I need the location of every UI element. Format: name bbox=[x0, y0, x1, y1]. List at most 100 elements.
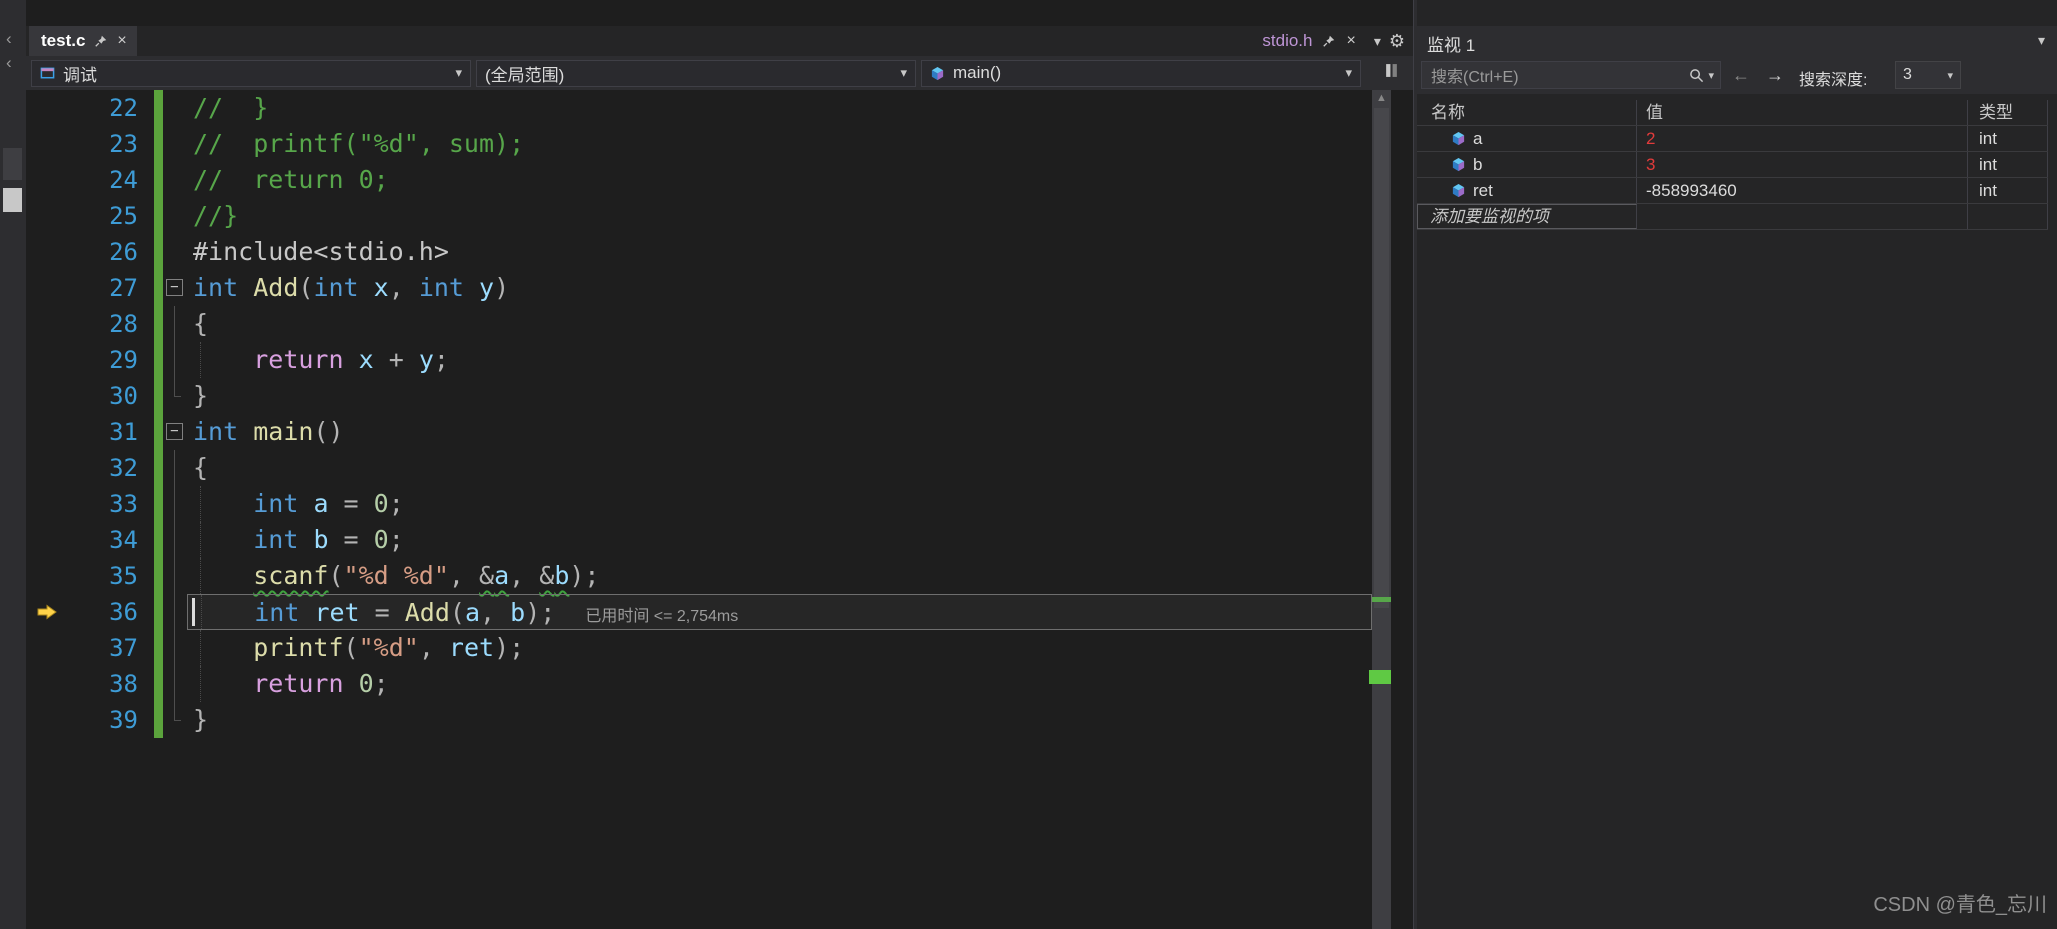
keep-open-icon[interactable] bbox=[1322, 34, 1336, 48]
code-line-36[interactable]: 36 int ret = Add(a, b);已用时间 <= 2,754ms bbox=[26, 594, 1372, 630]
pin-icon[interactable] bbox=[94, 34, 108, 48]
code-text[interactable]: { bbox=[187, 450, 1372, 486]
code-line-35[interactable]: 35 scanf("%d %d", &a, &b); bbox=[26, 558, 1372, 594]
code-line-31[interactable]: 31−int main() bbox=[26, 414, 1372, 450]
watch-add-row[interactable]: 添加要监视的项 bbox=[1417, 204, 2048, 230]
code-line-38[interactable]: 38 return 0; bbox=[26, 666, 1372, 702]
scope-select[interactable]: (全局范围) ▾ bbox=[476, 60, 916, 87]
breakpoint-margin[interactable] bbox=[26, 450, 82, 486]
watch-row-a[interactable]: a2int bbox=[1417, 126, 2048, 152]
chevron-left-icon[interactable]: ‹ bbox=[6, 30, 12, 47]
editor-navigation-bar: 调试 ▾ (全局范围) ▾ main() ▾ bbox=[26, 56, 1413, 90]
breakpoint-margin[interactable] bbox=[26, 522, 82, 558]
add-watch-label[interactable]: 添加要监视的项 bbox=[1430, 204, 1549, 229]
gutter-gap bbox=[138, 126, 154, 162]
tab-stdio-h[interactable]: stdio.h × bbox=[1254, 26, 1363, 56]
search-icon[interactable] bbox=[1689, 68, 1704, 83]
member-select[interactable]: main() ▾ bbox=[921, 60, 1361, 87]
scrollbar-thumb[interactable] bbox=[1374, 108, 1389, 608]
breakpoint-margin[interactable] bbox=[26, 414, 82, 450]
watch-variable-value[interactable]: -858993460 bbox=[1637, 178, 1968, 203]
breakpoint-margin[interactable] bbox=[26, 270, 82, 306]
breakpoint-margin[interactable] bbox=[26, 162, 82, 198]
breakpoint-margin[interactable] bbox=[26, 342, 82, 378]
code-text[interactable]: int ret = Add(a, b);已用时间 <= 2,754ms bbox=[187, 594, 1372, 630]
watch-row-ret[interactable]: ret-858993460int bbox=[1417, 178, 2048, 204]
breakpoint-margin[interactable] bbox=[26, 126, 82, 162]
code-line-37[interactable]: 37 printf("%d", ret); bbox=[26, 630, 1372, 666]
document-list-chevron-icon[interactable]: ▾ bbox=[1374, 33, 1381, 50]
close-icon[interactable]: × bbox=[117, 33, 126, 49]
code-line-22[interactable]: 22// } bbox=[26, 90, 1372, 126]
code-text[interactable]: { bbox=[187, 306, 1372, 342]
code-line-30[interactable]: 30} bbox=[26, 378, 1372, 414]
current-statement-arrow-icon[interactable] bbox=[26, 594, 82, 630]
code-text[interactable]: //} bbox=[187, 198, 1372, 234]
code-text[interactable]: int main() bbox=[187, 414, 1372, 450]
project-context-select[interactable]: 调试 ▾ bbox=[31, 60, 471, 87]
code-text[interactable]: return 0; bbox=[187, 666, 1372, 702]
watch-row-b[interactable]: b3int bbox=[1417, 152, 2048, 178]
code-line-29[interactable]: 29 return x + y; bbox=[26, 342, 1372, 378]
close-icon[interactable]: × bbox=[1346, 33, 1355, 49]
column-header-name[interactable]: 名称 bbox=[1417, 100, 1637, 125]
breakpoint-margin[interactable] bbox=[26, 306, 82, 342]
column-header-type[interactable]: 类型 bbox=[1968, 100, 2048, 125]
chevron-left-icon[interactable]: ‹ bbox=[6, 54, 12, 71]
breakpoint-margin[interactable] bbox=[26, 666, 82, 702]
fold-collapse-icon[interactable]: − bbox=[163, 414, 187, 450]
fold-collapse-icon[interactable]: − bbox=[163, 270, 187, 306]
column-header-value[interactable]: 值 bbox=[1637, 100, 1968, 125]
breakpoint-margin[interactable] bbox=[26, 378, 82, 414]
code-text[interactable]: } bbox=[187, 702, 1372, 738]
breakpoint-margin[interactable] bbox=[26, 630, 82, 666]
line-number: 29 bbox=[82, 342, 138, 378]
chevron-down-icon[interactable]: ▾ bbox=[2038, 32, 2045, 49]
code-line-26[interactable]: 26#include<stdio.h> bbox=[26, 234, 1372, 270]
scroll-up-icon[interactable]: ▲ bbox=[1372, 92, 1391, 104]
variable-icon bbox=[1451, 157, 1466, 172]
code-editor[interactable]: 22// }23// printf("%d", sum);24// return… bbox=[26, 90, 1413, 929]
collapsed-tool-tab[interactable] bbox=[3, 148, 22, 180]
code-line-33[interactable]: 33 int a = 0; bbox=[26, 486, 1372, 522]
gutter-gap bbox=[138, 702, 154, 738]
breakpoint-margin[interactable] bbox=[26, 486, 82, 522]
code-text[interactable]: printf("%d", ret); bbox=[187, 630, 1372, 666]
split-window-icon[interactable] bbox=[1384, 63, 1399, 83]
watch-search-input[interactable]: 搜索(Ctrl+E) ▾ bbox=[1421, 61, 1721, 89]
code-line-25[interactable]: 25//} bbox=[26, 198, 1372, 234]
watch-window-titlebar[interactable]: 监视 1 ▾ bbox=[1417, 26, 2057, 56]
code-text[interactable]: scanf("%d %d", &a, &b); bbox=[187, 558, 1372, 594]
code-text[interactable]: // printf("%d", sum); bbox=[187, 126, 1372, 162]
breakpoint-margin[interactable] bbox=[26, 558, 82, 594]
search-next-icon[interactable]: → bbox=[1766, 65, 1784, 85]
code-line-23[interactable]: 23// printf("%d", sum); bbox=[26, 126, 1372, 162]
code-text[interactable]: int b = 0; bbox=[187, 522, 1372, 558]
code-text[interactable]: #include<stdio.h> bbox=[187, 234, 1372, 270]
watch-variable-value[interactable]: 2 bbox=[1637, 126, 1968, 151]
watch-variable-value[interactable]: 3 bbox=[1637, 152, 1968, 177]
code-text[interactable]: // } bbox=[187, 90, 1372, 126]
code-line-28[interactable]: 28{ bbox=[26, 306, 1372, 342]
vertical-scrollbar[interactable]: ▲ bbox=[1372, 90, 1391, 929]
breakpoint-margin[interactable] bbox=[26, 234, 82, 270]
code-text[interactable]: return x + y; bbox=[187, 342, 1372, 378]
tab-test-c[interactable]: test.c × bbox=[29, 26, 137, 56]
breakpoint-margin[interactable] bbox=[26, 702, 82, 738]
search-prev-icon[interactable]: ← bbox=[1732, 65, 1750, 85]
code-line-32[interactable]: 32{ bbox=[26, 450, 1372, 486]
code-line-24[interactable]: 24// return 0; bbox=[26, 162, 1372, 198]
code-text[interactable]: int Add(int x, int y) bbox=[187, 270, 1372, 306]
code-line-39[interactable]: 39} bbox=[26, 702, 1372, 738]
code-line-27[interactable]: 27−int Add(int x, int y) bbox=[26, 270, 1372, 306]
collapsed-tool-tab-active[interactable] bbox=[3, 188, 22, 212]
search-options-chevron-icon[interactable]: ▾ bbox=[1708, 69, 1714, 82]
breakpoint-margin[interactable] bbox=[26, 198, 82, 234]
code-text[interactable]: } bbox=[187, 378, 1372, 414]
code-line-34[interactable]: 34 int b = 0; bbox=[26, 522, 1372, 558]
breakpoint-margin[interactable] bbox=[26, 90, 82, 126]
code-text[interactable]: int a = 0; bbox=[187, 486, 1372, 522]
code-text[interactable]: // return 0; bbox=[187, 162, 1372, 198]
search-depth-select[interactable]: 3 ▾ bbox=[1895, 61, 1961, 89]
gear-icon[interactable]: ⚙ bbox=[1389, 31, 1405, 52]
